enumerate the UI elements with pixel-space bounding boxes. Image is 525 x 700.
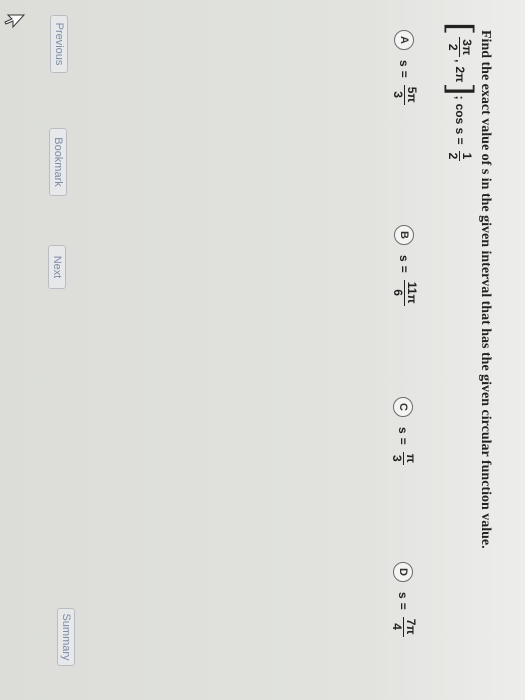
choice-b-variable: s [397,255,412,262]
choice-d-variable: s [396,592,411,599]
interval-lower-denominator: 2 [446,43,461,51]
choice-b-fraction: 11π 6 [391,279,419,306]
function-value-numerator: 1 [459,150,475,162]
interval-close-bracket: ] [440,82,480,96]
choice-c-radio[interactable]: C [393,397,414,417]
choice-c[interactable]: C s = π 3 [390,397,418,467]
choice-a-fraction: 5π 3 [391,84,419,105]
interval-open-bracket: [ [440,22,480,36]
next-button[interactable]: Next [48,245,66,289]
choice-b-numerator: 11π [404,279,419,306]
choice-b-equals: = [397,265,412,273]
bookmark-button[interactable]: Bookmark [49,128,67,196]
mouse-pointer-icon [4,14,25,29]
choice-d-denominator: 4 [390,623,404,630]
choice-d-numerator: 7π [403,616,418,637]
choice-a-variable: s [397,60,412,67]
choice-d-radio[interactable]: D [393,562,414,582]
quiz-screen: Find the exact value of s in the given i… [0,0,525,700]
summary-button[interactable]: Summary [57,608,75,666]
choice-c-numerator: π [403,451,418,465]
choice-b-denominator: 6 [391,289,405,296]
choice-a-radio[interactable]: A [394,30,415,50]
choice-c-denominator: 3 [390,454,404,462]
choice-a-numerator: 5π [404,84,419,105]
choice-c-variable: s [396,427,411,434]
choice-a-denominator: 3 [391,91,405,98]
interval-lower-fraction: 3π 2 [446,37,475,58]
choice-c-fraction: π 3 [390,451,418,465]
interval-semicolon: ; [453,95,467,100]
choice-b-radio[interactable]: B [394,225,415,245]
interval-upper: 2π [453,66,467,83]
choice-d-fraction: 7π 4 [390,616,418,637]
previous-button[interactable]: Previous [50,15,68,73]
question-interval: [ 3π 2 , 2π ] ; cos s = 1 2 [440,22,480,163]
choice-a[interactable]: A s = 5π 3 [391,30,419,107]
choice-d-equals: = [396,602,411,610]
function-value-denominator: 2 [446,152,461,160]
interval-separator: , [453,59,467,63]
choice-b[interactable]: B s = 11π 6 [391,225,419,308]
choice-c-equals: = [396,437,411,445]
function-value-fraction: 1 2 [446,150,475,162]
interval-lower-numerator: 3π [459,37,475,58]
choice-a-equals: = [397,70,412,78]
function-label: cos s = [453,103,467,145]
choice-d[interactable]: D s = 7π 4 [390,562,418,639]
